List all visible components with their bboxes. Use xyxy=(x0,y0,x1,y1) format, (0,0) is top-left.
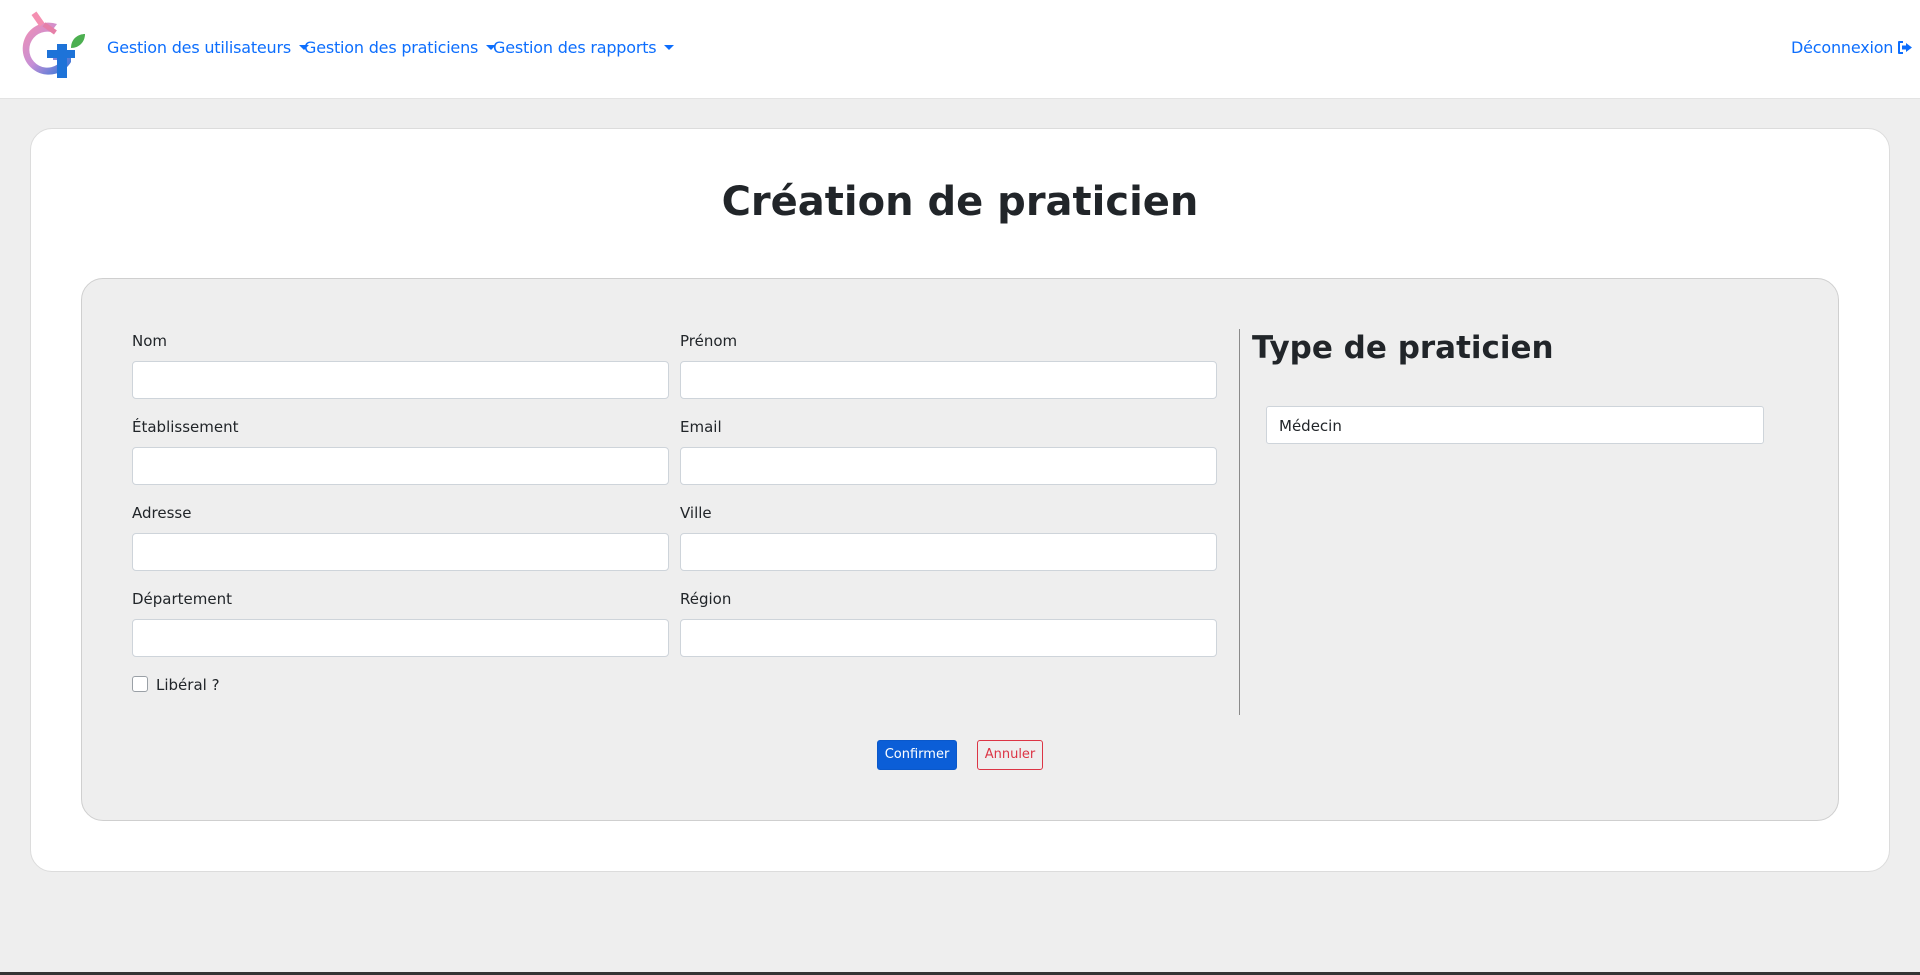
liberal-checkbox[interactable] xyxy=(132,676,148,692)
adresse-label: Adresse xyxy=(132,504,192,522)
nav-menu-rapports-label: Gestion des rapports xyxy=(493,38,657,57)
etablissement-input[interactable] xyxy=(132,447,669,485)
cancel-button[interactable]: Annuler xyxy=(977,740,1043,770)
vertical-divider xyxy=(1239,329,1240,715)
navbar: Gestion des utilisateurs Gestion des pra… xyxy=(0,0,1920,99)
type-select[interactable]: Médecin xyxy=(1266,406,1764,444)
prenom-label: Prénom xyxy=(680,332,738,350)
caret-down-icon xyxy=(664,45,675,50)
logout-link[interactable]: Déconnexion xyxy=(1791,38,1913,57)
type-title: Type de praticien xyxy=(1252,330,1554,366)
confirm-button[interactable]: Confirmer xyxy=(877,740,957,770)
liberal-label: Libéral ? xyxy=(156,676,220,694)
ville-label: Ville xyxy=(680,504,712,522)
nav-menu-praticiens[interactable]: Gestion des praticiens xyxy=(304,38,497,57)
nav-menu-users[interactable]: Gestion des utilisateurs xyxy=(107,38,309,57)
adresse-input[interactable] xyxy=(132,533,669,571)
sign-out-icon xyxy=(1898,41,1913,54)
email-input[interactable] xyxy=(680,447,1217,485)
nav-menu-rapports[interactable]: Gestion des rapports xyxy=(493,38,675,57)
app-logo[interactable] xyxy=(13,10,85,88)
nom-input[interactable] xyxy=(132,361,669,399)
departement-input[interactable] xyxy=(132,619,669,657)
etablissement-label: Établissement xyxy=(132,418,239,436)
region-input[interactable] xyxy=(680,619,1217,657)
nav-menu-users-label: Gestion des utilisateurs xyxy=(107,38,291,57)
page-title: Création de praticien xyxy=(721,179,1199,225)
prenom-input[interactable] xyxy=(680,361,1217,399)
ville-input[interactable] xyxy=(680,533,1217,571)
departement-label: Département xyxy=(132,590,232,608)
region-label: Région xyxy=(680,590,732,608)
nav-menu-praticiens-label: Gestion des praticiens xyxy=(304,38,479,57)
email-label: Email xyxy=(680,418,722,436)
logout-label: Déconnexion xyxy=(1791,38,1894,57)
nom-label: Nom xyxy=(132,332,168,350)
